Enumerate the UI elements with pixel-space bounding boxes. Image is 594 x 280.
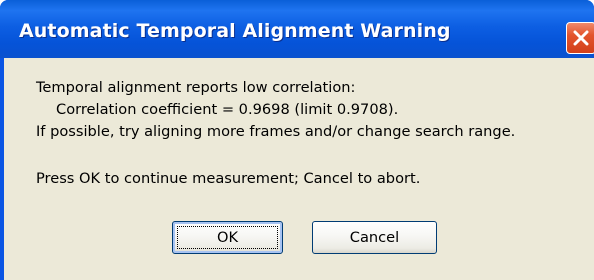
message-line-2: Correlation coefficient = 0.9698 (limit … (56, 101, 399, 118)
dialog-body: Temporal alignment reports low correlati… (4, 58, 594, 280)
close-icon (573, 30, 589, 46)
ok-button-label: OK (216, 229, 239, 246)
message-line-1: Temporal alignment reports low correlati… (36, 79, 356, 96)
close-button[interactable] (566, 22, 594, 54)
ok-button[interactable]: OK (172, 221, 283, 254)
dialog-title: Automatic Temporal Alignment Warning (19, 20, 451, 42)
message-line-4: Press OK to continue measurement; Cancel… (36, 170, 421, 187)
warning-dialog: Automatic Temporal Alignment Warning Tem… (0, 0, 594, 280)
message-line-3: If possible, try aligning more frames an… (36, 123, 516, 140)
title-bar[interactable]: Automatic Temporal Alignment Warning (0, 0, 594, 58)
cancel-button-label: Cancel (349, 229, 400, 246)
cancel-button[interactable]: Cancel (312, 221, 437, 254)
